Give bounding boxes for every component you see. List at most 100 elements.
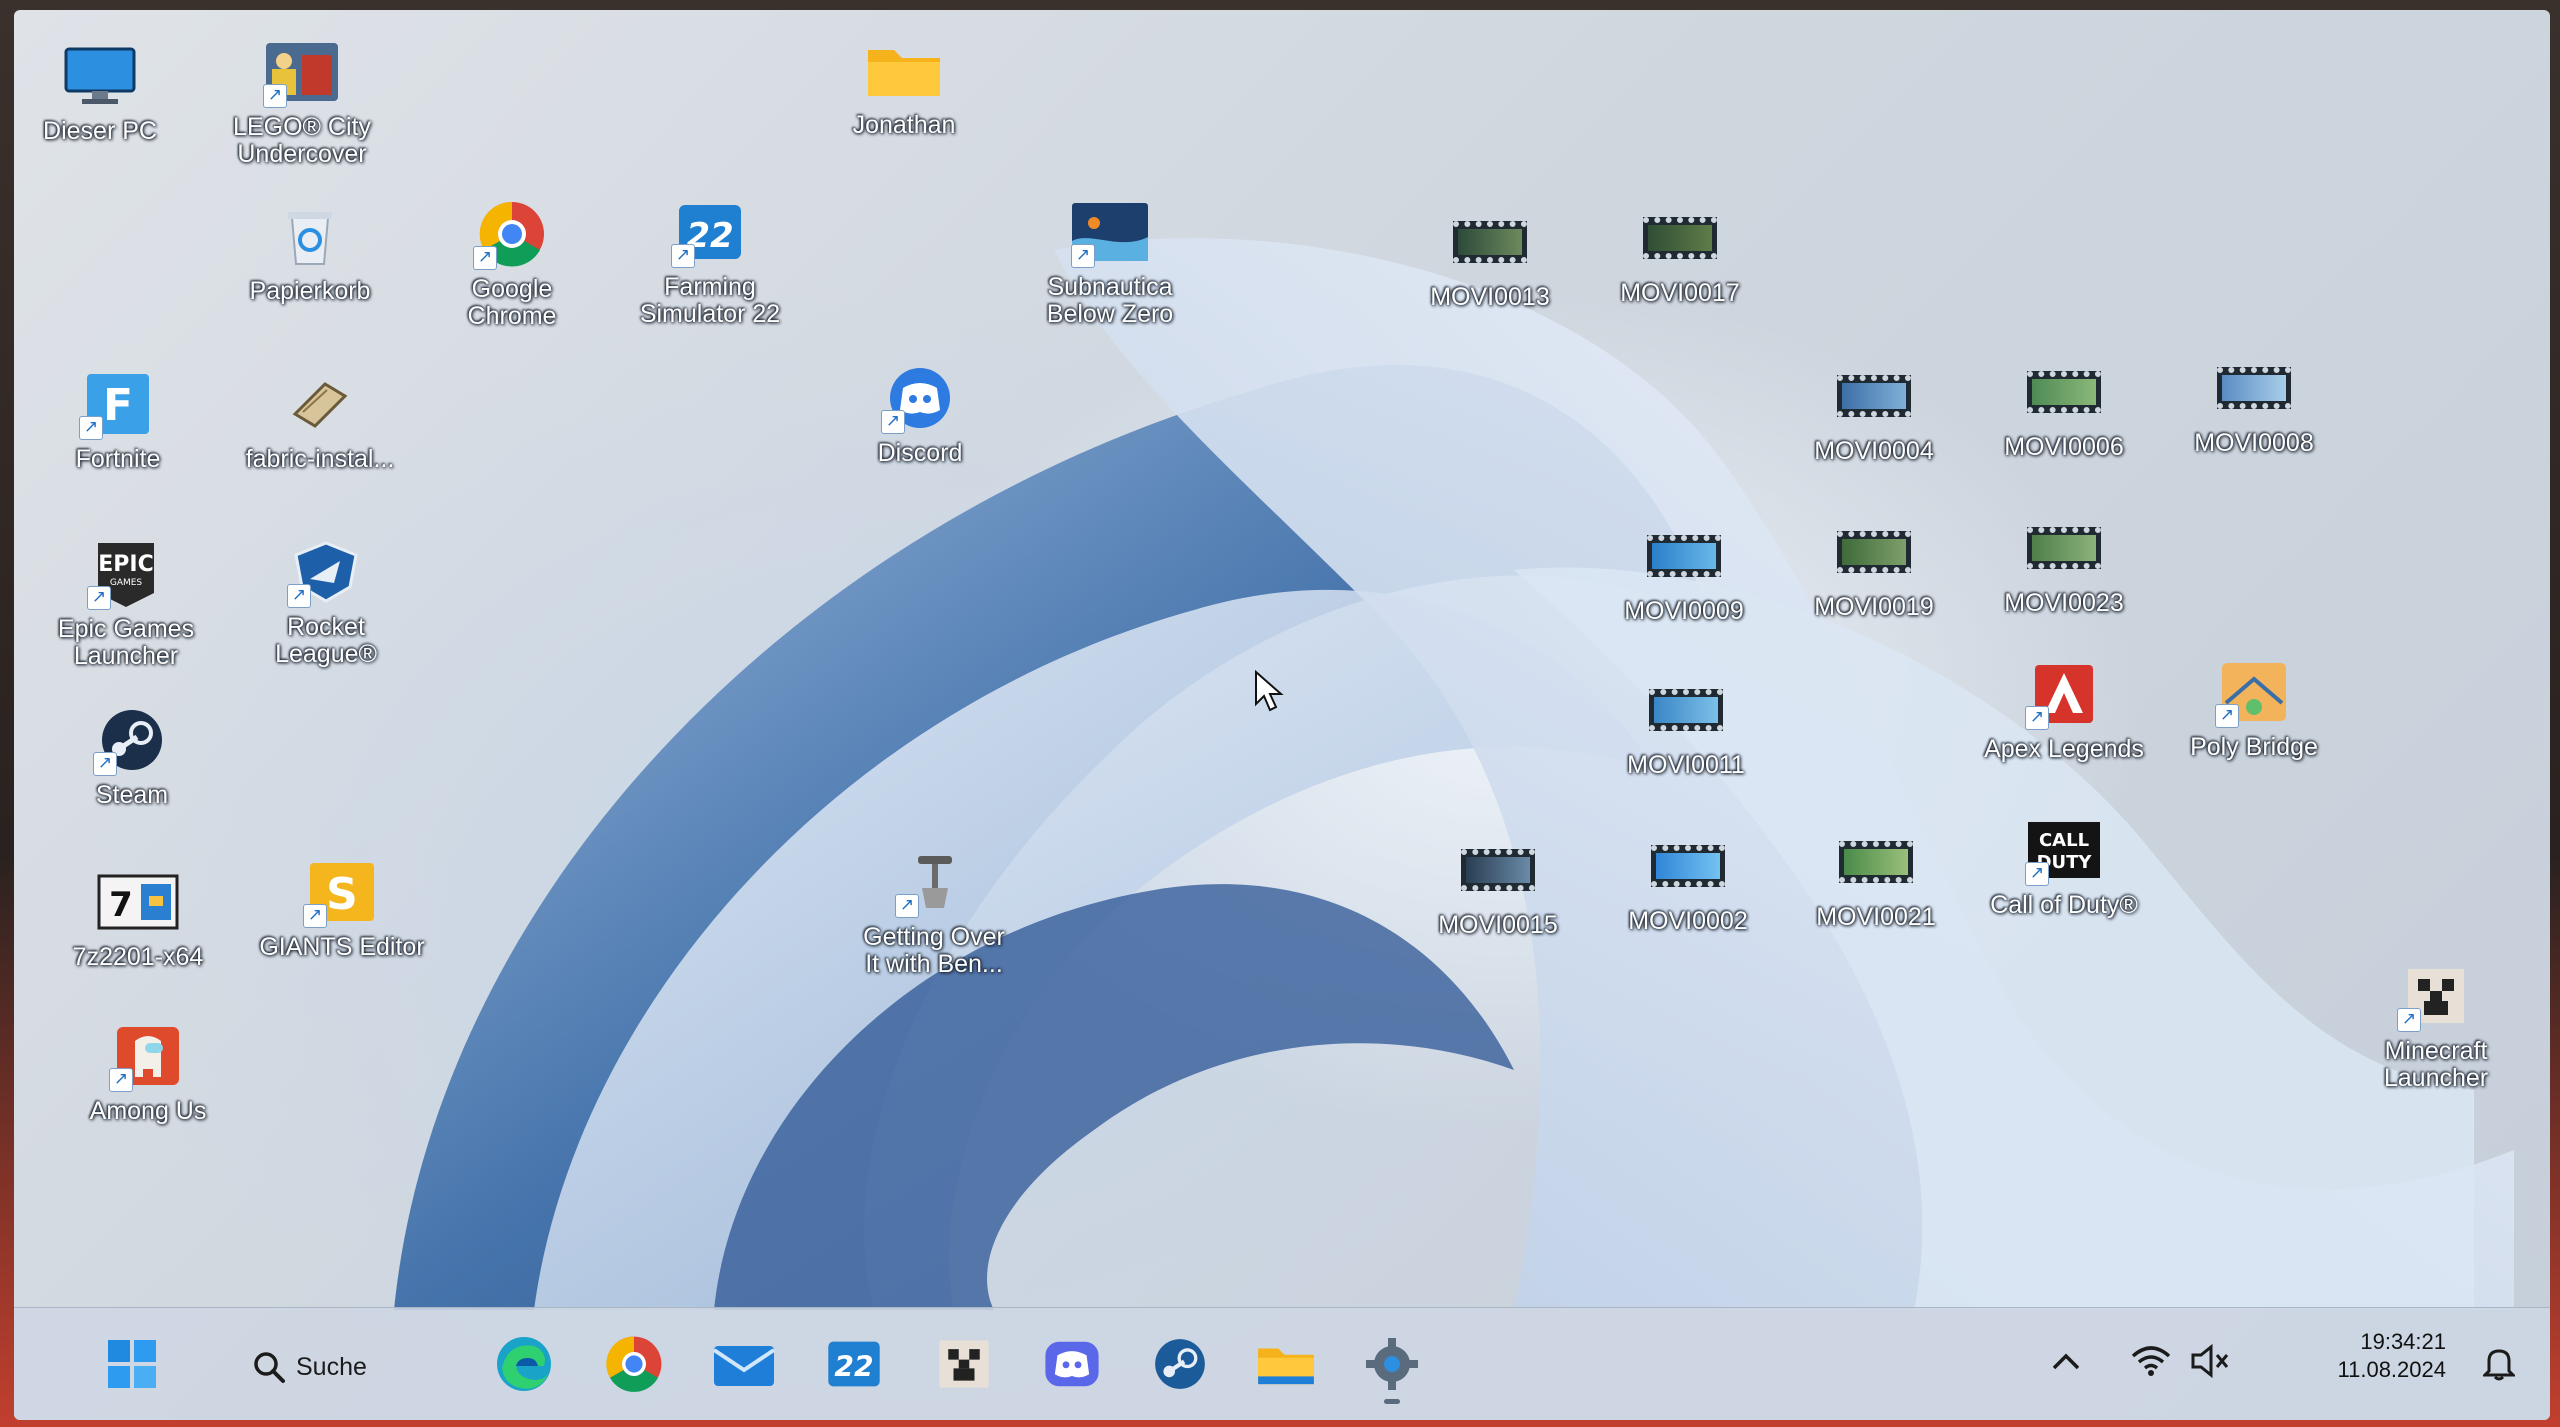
desktop-icon-label: Steam [95, 781, 169, 809]
desktop-icon-label: Dieser PC [43, 117, 157, 145]
taskbar-steam[interactable] [1148, 1332, 1212, 1396]
mail-icon [712, 1346, 776, 1386]
desktop-icon-label: Minecraft Launcher [2383, 1037, 2489, 1092]
desktop-icon-subnautica[interactable]: ↗ Subnautica Below Zero [1010, 196, 1210, 328]
desktop-icon-movi0021[interactable]: MOVI0021 [1776, 826, 1976, 931]
video-file-icon [2021, 356, 2107, 428]
running-indicator [1384, 1399, 1400, 1404]
system-tray: 19:34:21 11.08.2024 [2030, 1308, 2550, 1420]
among-us-icon: ↗ [105, 1020, 191, 1092]
desktop-icon-epic-games[interactable]: EPIC GAMES ↗ Epic Games Launcher [26, 538, 226, 670]
desktop-icon-discord[interactable]: ↗ Discord [820, 362, 1020, 467]
svg-text:F: F [103, 380, 133, 431]
poly-bridge-icon: ↗ [2211, 656, 2297, 728]
desktop-icon-label: Apex Legends [1984, 735, 2144, 763]
taskbar-discord[interactable] [1040, 1332, 1104, 1396]
desktop-icon-google-chrome[interactable]: ↗ Google Chrome [412, 198, 612, 330]
steam-icon [1155, 1339, 1205, 1389]
desktop-icon-movi0023[interactable]: MOVI0023 [1964, 512, 2164, 617]
taskbar-minecraft[interactable] [932, 1332, 996, 1396]
notifications-button[interactable] [2476, 1340, 2522, 1386]
desktop-icon-papierkorb[interactable]: Papierkorb [210, 200, 410, 305]
desktop-icon-getting-over-it[interactable]: ↗ Getting Over It with Ben... [834, 846, 1034, 978]
search-label: Suche [296, 1352, 367, 1381]
desktop-icon-movi0002[interactable]: MOVI0002 [1588, 830, 1788, 935]
desktop-icon-7zip[interactable]: 7 7z2201-x64 [38, 866, 238, 971]
desktop-icon-steam[interactable]: ↗ Steam [32, 704, 232, 809]
start-button[interactable] [100, 1332, 164, 1396]
shortcut-arrow-icon: ↗ [287, 584, 311, 608]
svg-text:GAMES: GAMES [110, 578, 143, 588]
video-file-icon [1447, 206, 1533, 278]
giants-editor-icon: S ↗ [299, 856, 385, 928]
shortcut-arrow-icon: ↗ [881, 410, 905, 434]
shortcut-arrow-icon: ↗ [2025, 862, 2049, 886]
show-hidden-icons-button[interactable] [2046, 1342, 2086, 1382]
desktop-icon-label: MOVI0023 [2004, 589, 2124, 617]
desktop-icon-movi0011[interactable]: MOVI0011 [1586, 674, 1786, 779]
taskbar-clock[interactable]: 19:34:21 11.08.2024 [2338, 1328, 2446, 1384]
shortcut-arrow-icon: ↗ [303, 904, 327, 928]
shortcut-arrow-icon: ↗ [2397, 1008, 2421, 1032]
desktop-icon-movi0009[interactable]: MOVI0009 [1584, 520, 1784, 625]
desktop-icon-minecraft-launcher[interactable]: ↗ Minecraft Launcher [2336, 960, 2536, 1092]
getting-over-it-icon: ↗ [891, 846, 977, 918]
folder-icon [861, 34, 947, 106]
desktop-icon-among-us[interactable]: ↗ Among Us [48, 1020, 248, 1125]
desktop-icon-fortnite[interactable]: F ↗ Fortnite [18, 368, 218, 473]
svg-text:7: 7 [109, 885, 133, 925]
desktop-icon-label: fabric-instal... [245, 445, 395, 473]
shortcut-arrow-icon: ↗ [79, 416, 103, 440]
taskbar-settings[interactable] [1360, 1332, 1424, 1404]
desktop-icon-call-of-duty[interactable]: CALL DUTY ↗ Call of Duty® [1964, 814, 2164, 919]
taskbar-edge[interactable] [492, 1332, 556, 1396]
taskbar-farming-simulator[interactable]: 22 [822, 1332, 886, 1396]
video-file-icon [1643, 674, 1729, 746]
wifi-button[interactable] [2128, 1338, 2174, 1384]
subnautica-icon: ↗ [1067, 196, 1153, 268]
volume-muted-icon [2191, 1343, 2229, 1379]
desktop-icon-movi0013[interactable]: MOVI0013 [1390, 206, 1590, 311]
desktop-icon-rocket-league[interactable]: ↗ Rocket League® [226, 536, 426, 668]
desktop-icon-label: Among Us [89, 1097, 207, 1125]
desktop-icon-movi0008[interactable]: MOVI0008 [2154, 352, 2354, 457]
desktop-icon-farming-simulator[interactable]: 22 ↗ Farming Simulator 22 [610, 196, 810, 328]
video-file-icon [1831, 516, 1917, 588]
taskbar-chrome[interactable] [602, 1332, 666, 1396]
video-file-icon [1637, 202, 1723, 274]
fabric-installer-icon [277, 368, 363, 440]
desktop-icon-label: MOVI0011 [1627, 751, 1745, 779]
volume-button[interactable] [2186, 1338, 2232, 1384]
desktop-icon-poly-bridge[interactable]: ↗ Poly Bridge [2154, 656, 2354, 761]
desktop-icon-label: Subnautica Below Zero [1046, 273, 1174, 328]
computer-icon [57, 40, 143, 112]
desktop-icon-label: GIANTS Editor [259, 933, 425, 961]
video-file-icon [2211, 352, 2297, 424]
desktop-icon-label: Farming Simulator 22 [639, 273, 781, 328]
taskbar-file-explorer[interactable] [1254, 1332, 1318, 1396]
video-file-icon [2021, 512, 2107, 584]
farming-simulator-icon: 22 [828, 1341, 880, 1387]
desktop-icon-label: Call of Duty® [1990, 891, 2138, 919]
desktop-icon-giants-editor[interactable]: S ↗ GIANTS Editor [242, 856, 442, 961]
taskbar-search[interactable]: Suche [252, 1342, 432, 1392]
desktop-icon-movi0017[interactable]: MOVI0017 [1580, 202, 1780, 307]
desktop-icon-dieser-pc[interactable]: Dieser PC [14, 40, 200, 145]
taskbar-mail[interactable] [712, 1332, 776, 1396]
desktop-icon-movi0004[interactable]: MOVI0004 [1774, 360, 1974, 465]
taskbar: Suche 22 19:34:21 11.08.2024 [14, 1307, 2550, 1420]
desktop-icon-movi0015[interactable]: MOVI0015 [1398, 834, 1598, 939]
desktop-icon-label: Rocket League® [275, 613, 377, 668]
desktop-icon-fabric-installer[interactable]: fabric-instal... [220, 368, 420, 473]
desktop-icon-apex-legends[interactable]: ↗ Apex Legends [1964, 658, 2164, 763]
desktop-icon-jonathan-folder[interactable]: Jonathan [804, 34, 1004, 139]
shortcut-arrow-icon: ↗ [93, 752, 117, 776]
shortcut-arrow-icon: ↗ [109, 1068, 133, 1092]
svg-text:22: 22 [834, 1350, 873, 1383]
desktop-icon-label: MOVI0004 [1814, 437, 1934, 465]
shortcut-arrow-icon: ↗ [2215, 704, 2239, 728]
desktop-icon-movi0006[interactable]: MOVI0006 [1964, 356, 2164, 461]
desktop-icon-lego-city[interactable]: ↗ LEGO® City Undercover [202, 36, 402, 168]
desktop-icon-movi0019[interactable]: MOVI0019 [1774, 516, 1974, 621]
desktop-icon-label: Google Chrome [467, 275, 557, 330]
